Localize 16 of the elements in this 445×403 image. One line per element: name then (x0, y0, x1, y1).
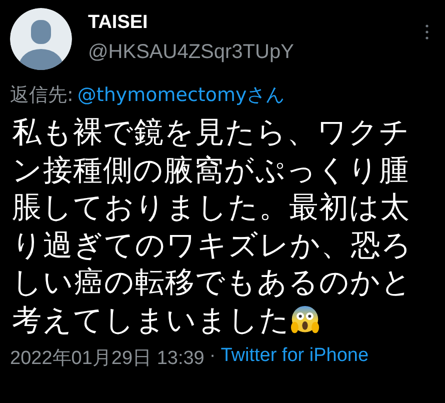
separator-dot: · (209, 345, 216, 368)
timestamp: 2022年01月29日 13:39 (10, 347, 204, 371)
author-handle[interactable]: @HKSAU4ZSqr3TUpY (88, 38, 425, 66)
tweet-text-line: 考えてしまいました (12, 302, 290, 338)
tweet-text-line: 私も裸で鏡を見たら、ワクチ (12, 114, 410, 151)
tweet-text-line: り過ぎてのワキズレか、恐ろ (12, 226, 412, 264)
reply-label: 返信先: (10, 83, 74, 108)
tweet-text-line: ン接種側の腋窩がぷっくり腫 (12, 152, 409, 188)
tweet-text-line: しい癌の転移でもあるのかと (12, 264, 412, 301)
source-link[interactable]: Twitter for iPhone (220, 345, 369, 371)
avatar[interactable] (10, 8, 72, 70)
screaming-face-icon (290, 305, 320, 336)
tweet-text-line: 脹しておりました。最初は太 (12, 189, 410, 226)
more-icon[interactable] (425, 24, 429, 40)
mention-link[interactable]: @thymomectomyさん (77, 82, 285, 108)
author-name[interactable]: TAISEI (88, 10, 425, 36)
